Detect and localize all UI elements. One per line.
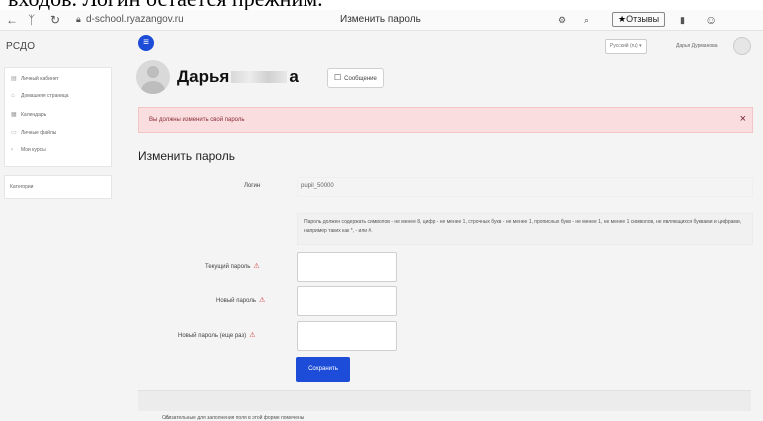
redacted-block [231,71,288,83]
page-tab-title: Изменить пароль [340,14,421,25]
sidebar-item-label: Мои курсы [21,147,46,153]
required-icon: ⚠ [165,415,170,421]
site-brand[interactable]: РСДО [6,41,35,52]
language-select[interactable]: Русский (ru) ▾ [605,39,647,54]
current-password-input[interactable] [297,252,397,282]
form-title: Изменить пароль [138,149,235,163]
login-value-text: pupil_50000 [301,183,334,189]
sidebar: РСДО ▤ Личный кабинет ⌂ Домашняя страница … [0,31,120,410]
new-password-label: Новый пароль ⚠ [216,296,265,304]
chevron-icon: › [11,147,13,153]
lock-icon: 🔒︎ [76,14,81,24]
caption-strip: входов. Логин остается прежним. [0,0,763,10]
login-label: Логин [244,183,261,189]
browser-toolbar: ← ᛉ ↻ 🔒︎ d-school.ryazangov.ru Изменить … [0,10,763,31]
sidebar-item-home[interactable]: ⌂ Домашняя страница [11,93,69,99]
sidebar-item-label: Личный кабинет [21,76,59,82]
menu-toggle-button[interactable]: ≡ [138,35,154,51]
required-icon: ⚠ [253,263,260,270]
required-icon: ⚠ [258,297,266,304]
footnote-text: Обязательные для заполнения поля в этой … [162,415,305,421]
chat-icon: ☐ [334,73,342,82]
profile-name: Дарья а [177,67,299,87]
collections-icon[interactable]: ▮ [680,13,685,27]
required-footnote: Обязательные для заполнения поля в этой … [138,390,751,421]
repeat-password-input[interactable] [297,321,397,351]
password-change-alert: Вы должны изменить свой пароль × [138,107,753,133]
reload-icon[interactable]: ↻ [50,13,60,27]
caption-text: входов. Логин остается прежним. [8,0,323,10]
extension-icon[interactable]: ⚙ [558,13,566,27]
save-button[interactable]: Сохранить [296,357,350,382]
reviews-label: Отзывы [626,14,660,24]
dashboard-icon: ▤ [11,76,17,82]
new-password-label-text: Новый пароль [216,298,256,304]
sidebar-item-label: Домашняя страница [21,93,69,99]
home-icon: ⌂ [11,93,15,99]
repeat-password-label-text: Новый пароль (еще раз) [178,333,247,339]
nav-card: ▤ Личный кабинет ⌂ Домашняя страница ▦ Кале… [4,67,112,167]
current-password-label-text: Текущий пароль [205,264,251,270]
profile-name-first: Дарья [177,67,230,86]
sidebar-item-calendar[interactable]: ▦ Календарь [11,111,46,118]
sidebar-item-dashboard[interactable]: ▤ Личный кабинет [11,75,59,82]
sidebar-item-files[interactable]: ▭ Личные файлы [11,129,56,136]
password-rules: Пароль должен содержать символов - не ме… [297,213,753,245]
user-avatar[interactable] [733,37,751,55]
password-rules-text: Пароль должен содержать символов - не ме… [304,219,742,234]
categories-card[interactable]: Категории [4,175,112,199]
profile-name-end: а [289,67,299,86]
required-icon: ⚠ [249,332,256,339]
current-password-label: Текущий пароль ⚠ [205,262,260,270]
close-icon[interactable]: × [740,113,746,125]
profile-avatar [136,60,170,94]
profile-icon[interactable]: ☺ [705,13,717,27]
categories-label: Категории [10,184,34,190]
new-password-input[interactable] [297,286,397,316]
repeat-password-label: Новый пароль (еще раз) ⚠ [178,331,255,339]
files-icon: ▭ [11,130,17,136]
alert-text: Вы должны изменить свой пароль [149,117,245,123]
bookmark-icon[interactable]: ᛉ [28,13,35,27]
message-button-label: Сообщение [344,76,377,82]
sidebar-item-label: Личные файлы [21,130,57,136]
user-menu-name[interactable]: Дарья Дурманова [676,43,718,49]
login-value: pupil_50000 [297,177,753,197]
back-icon[interactable]: ← [6,13,18,27]
star-icon: ★ [618,14,627,24]
address-bar[interactable]: d-school.ryazangov.ru [86,14,184,25]
sidebar-item-label: Календарь [21,112,47,118]
calendar-icon: ▦ [11,112,17,118]
sidebar-item-my-courses[interactable]: › Мои курсы [11,147,46,153]
hamburger-icon: ≡ [143,37,149,48]
search-icon[interactable]: ⌕ [584,13,589,27]
message-button[interactable]: ☐ Сообщение [327,68,384,88]
reviews-button[interactable]: ★Отзывы [612,12,666,27]
